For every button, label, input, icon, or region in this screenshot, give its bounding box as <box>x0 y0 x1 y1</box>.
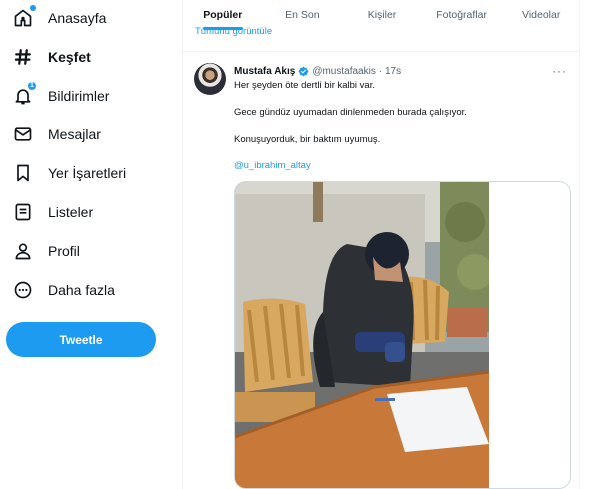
sidebar-item-label: Yer İşaretleri <box>48 165 127 181</box>
tweet-header: Mustafa Akış @mustafaakis · 17s <box>234 66 401 77</box>
sidebar-item-explore[interactable]: Keşfet <box>8 41 91 73</box>
mention-link[interactable]: @u_ibrahim_altay <box>234 160 311 171</box>
tweet-text-line: Her şeyden öte dertli bir kalbi var. <box>234 80 375 91</box>
sidebar-item-messages[interactable]: Mesajlar <box>8 118 101 150</box>
sidebar-item-home[interactable]: Anasayfa <box>8 2 106 34</box>
tab-videos[interactable]: Videolar <box>501 0 579 30</box>
more-options-icon[interactable]: ··· <box>552 64 567 78</box>
home-icon <box>12 5 36 29</box>
sidebar-item-label: Profil <box>48 243 80 259</box>
sidebar-item-lists[interactable]: Listeler <box>8 196 93 228</box>
tab-latest[interactable]: En Son <box>263 0 343 30</box>
home-indicator-dot <box>30 5 36 11</box>
sidebar-item-label: Anasayfa <box>48 10 107 26</box>
sidebar-item-more[interactable]: Daha fazla <box>8 274 115 306</box>
sidebar-item-label: Keşfet <box>48 49 91 65</box>
tweet-button[interactable]: Tweetle <box>6 322 156 357</box>
tweet-text-line: Gece gündüz uyumadan dinlenmeden burada … <box>234 107 467 118</box>
bookmark-icon <box>12 162 34 184</box>
photo-illustration <box>235 182 489 488</box>
notification-badge: 1 <box>27 81 37 91</box>
sidebar-item-label: Listeler <box>48 204 94 220</box>
sidebar-item-label: Bildirimler <box>48 88 110 104</box>
sidebar-item-profile[interactable]: Profil <box>8 235 80 267</box>
mail-icon <box>12 123 34 145</box>
avatar[interactable] <box>194 63 226 95</box>
more-circle-icon <box>12 279 34 301</box>
tweet-media[interactable] <box>234 181 571 489</box>
bell-icon: 1 <box>12 81 37 107</box>
main-column: Popüler En Son Kişiler Fotoğraflar Video… <box>182 0 580 489</box>
tab-people[interactable]: Kişiler <box>342 0 422 30</box>
author-name[interactable]: Mustafa Akış <box>234 66 295 77</box>
list-icon <box>12 201 34 223</box>
show-all-link[interactable]: Tümünü görüntüle <box>195 26 272 37</box>
sidebar: Anasayfa Keşfet 1 Bildirimler Mesajlar Y… <box>0 0 182 489</box>
divider <box>183 51 579 52</box>
tweet-text-line: Konuşuyorduk, bir baktım uyumuş. <box>234 134 381 145</box>
verified-badge-icon <box>298 66 309 77</box>
sidebar-item-bookmarks[interactable]: Yer İşaretleri <box>8 157 126 189</box>
author-handle[interactable]: @mustafaakis <box>312 66 376 77</box>
tweet-time[interactable]: · 17s <box>379 66 401 77</box>
person-icon <box>12 240 34 262</box>
hashtag-icon <box>12 46 34 68</box>
sidebar-item-label: Daha fazla <box>48 282 115 298</box>
sidebar-item-notifications[interactable]: 1 Bildirimler <box>8 80 109 112</box>
sidebar-item-label: Mesajlar <box>48 126 101 142</box>
tweet-photo[interactable] <box>235 182 489 488</box>
tab-photos[interactable]: Fotoğraflar <box>422 0 502 30</box>
